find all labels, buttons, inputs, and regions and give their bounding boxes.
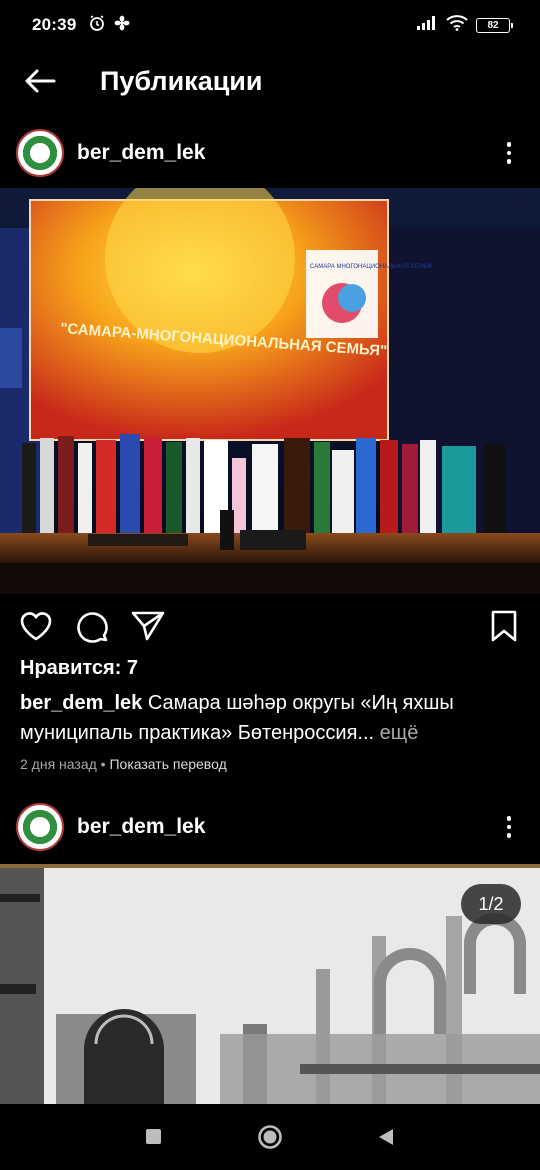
- send-icon: [131, 611, 165, 641]
- system-nav-bar: [0, 1104, 540, 1170]
- more-dot-icon: [506, 150, 512, 156]
- post-caption: ber_dem_lek Самара шәһәр округы «Иң яхшы…: [20, 688, 520, 748]
- like-button[interactable]: [18, 608, 54, 644]
- more-options-button[interactable]: [494, 133, 524, 173]
- circle-icon: [258, 1125, 282, 1149]
- signal-icon: [416, 15, 438, 36]
- caption-ellipsis: ...: [357, 722, 375, 744]
- banner-logo-text: САМАРА МНОГОНАЦИОНАЛЬНАЯ СЕМЬЯ: [310, 264, 432, 270]
- post-header: ber_dem_lek: [0, 798, 540, 856]
- heart-icon: [20, 612, 52, 641]
- username[interactable]: ber_dem_lek: [77, 141, 205, 165]
- username[interactable]: ber_dem_lek: [77, 815, 205, 839]
- likes-count[interactable]: Нравится: 7: [20, 657, 138, 680]
- status-bar: 20:39 82: [0, 0, 540, 50]
- square-icon: [146, 1129, 161, 1144]
- translate-link[interactable]: Показать перевод: [109, 756, 226, 772]
- back-nav-button[interactable]: [371, 1122, 401, 1152]
- image-counter-badge: 1/2: [461, 884, 521, 924]
- meta-separator: •: [96, 756, 110, 772]
- more-options-button[interactable]: [494, 807, 524, 847]
- arrow-left-icon: [25, 69, 56, 93]
- more-dot-icon: [506, 824, 512, 830]
- post-actions: [0, 602, 540, 650]
- triangle-back-icon: [379, 1129, 393, 1145]
- fan-icon: [114, 15, 130, 36]
- post-header: ber_dem_lek: [0, 124, 540, 182]
- avatar[interactable]: [16, 803, 64, 851]
- recents-button[interactable]: [139, 1122, 169, 1152]
- more-dot-icon: [506, 816, 512, 821]
- page-title: Публикации: [100, 65, 263, 96]
- app-header: Публикации: [0, 50, 540, 112]
- alarm-icon: [88, 14, 106, 37]
- comment-icon: [77, 612, 108, 643]
- more-dot-icon: [506, 159, 512, 164]
- back-button[interactable]: [0, 50, 80, 112]
- save-button[interactable]: [486, 608, 522, 644]
- battery-icon: 82: [476, 17, 513, 33]
- share-button[interactable]: [130, 608, 166, 644]
- bookmark-icon: [491, 610, 517, 642]
- caption-username[interactable]: ber_dem_lek: [20, 692, 142, 714]
- avatar-logo-icon: [20, 133, 60, 173]
- home-button[interactable]: [255, 1122, 285, 1152]
- status-time: 20:39: [32, 15, 77, 34]
- avatar-logo-icon: [20, 807, 60, 847]
- caption-more-link[interactable]: ещё: [380, 722, 419, 744]
- wifi-icon: [446, 14, 468, 36]
- post-time: 2 дня назад: [20, 756, 97, 772]
- post-meta: 2 дня назад • Показать перевод: [20, 756, 227, 772]
- more-dot-icon: [506, 142, 512, 147]
- post-image[interactable]: [0, 864, 540, 1104]
- avatar[interactable]: [16, 129, 64, 177]
- comment-button[interactable]: [74, 608, 110, 644]
- more-dot-icon: [506, 833, 512, 838]
- post-image[interactable]: "САМАРА-МНОГОНАЦИОНАЛЬНАЯ СЕМЬЯ" САМАРА …: [0, 188, 540, 594]
